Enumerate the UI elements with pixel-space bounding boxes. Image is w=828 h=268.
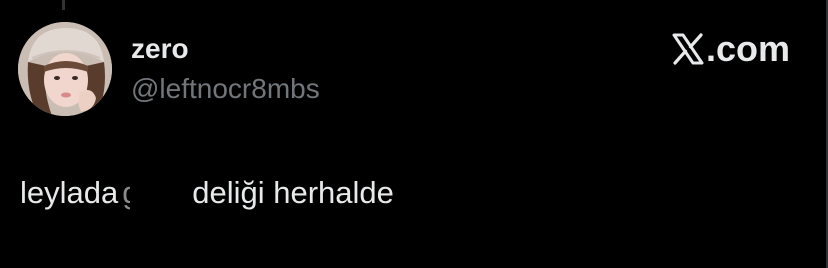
author-display-name[interactable]: zero: [131, 32, 189, 66]
author-handle[interactable]: @leftnocr8mbs: [131, 72, 320, 106]
redacted-region: [130, 171, 193, 203]
thread-connector-line: [62, 0, 65, 10]
avatar[interactable]: [18, 22, 112, 116]
tweet-text-start: leylada: [20, 175, 119, 210]
x-logo-icon: [671, 32, 705, 66]
avatar-photo: [18, 22, 112, 116]
tweet-text: leylada g deliği herhalde: [20, 171, 394, 213]
tweet-text-end: deliği herhalde: [192, 175, 394, 210]
redacted-partial-glyph: g: [122, 173, 130, 213]
brand-link[interactable]: .com: [671, 28, 790, 70]
brand-domain-label: .com: [705, 28, 790, 69]
